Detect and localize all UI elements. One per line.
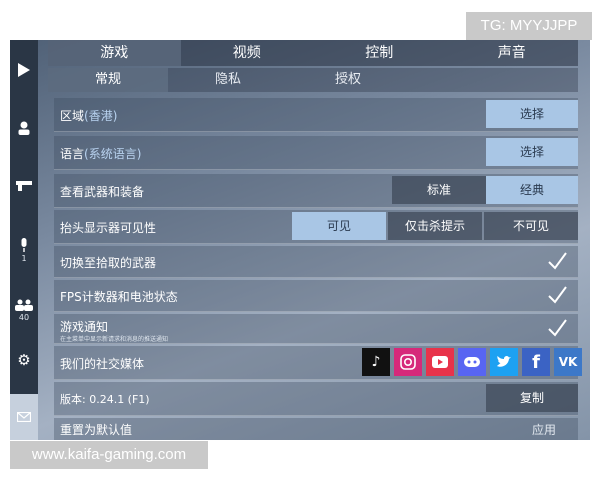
youtube-icon[interactable] — [426, 348, 454, 376]
region-row: 区域(香港) 选择 — [54, 98, 578, 132]
game-notify-label: 游戏通知 — [60, 320, 109, 334]
tab-authorization[interactable]: 授权 — [288, 68, 408, 92]
tab-controls[interactable]: 控制 — [313, 40, 446, 66]
user-icon — [18, 121, 30, 135]
apply-button[interactable]: 应用 — [532, 421, 556, 438]
play-icon — [18, 63, 30, 77]
hud-row: 抬头显示器可见性 可见 仅击杀提示 不可见 — [54, 210, 578, 244]
fps-battery-checkbox[interactable] — [546, 284, 568, 306]
gun-icon — [16, 181, 32, 191]
tab-general[interactable]: 常规 — [48, 68, 168, 92]
hud-label: 抬头显示器可见性 — [60, 221, 157, 235]
mail-icon — [17, 412, 31, 422]
watermark-top: TG: MYYJJPP — [466, 12, 592, 40]
region-select-button[interactable]: 选择 — [486, 100, 578, 128]
language-select-button[interactable]: 选择 — [486, 138, 578, 166]
profile-button[interactable] — [10, 110, 38, 146]
language-label: 语言(系统语言) — [60, 147, 142, 161]
tab-game[interactable]: 游戏 — [48, 40, 181, 66]
vk-icon[interactable]: VK — [554, 348, 582, 376]
friends-count: 40 — [18, 312, 30, 322]
watermark-bottom: www.kaifa-gaming.com — [10, 441, 208, 469]
sub-tabs: 常规 隐私 授权 — [48, 68, 578, 92]
tab-sound[interactable]: 声音 — [446, 40, 579, 66]
copy-button[interactable]: 复制 — [486, 384, 578, 412]
fps-battery-label: FPS计数器和电池状态 — [60, 290, 178, 304]
weapons-label: 查看武器和装备 — [60, 185, 145, 199]
friends-button[interactable]: 40 — [10, 288, 38, 332]
microphone-icon — [21, 237, 27, 252]
voice-count: 1 — [21, 253, 27, 263]
language-value: (系统语言) — [84, 147, 142, 161]
instagram-icon[interactable] — [394, 348, 422, 376]
switch-weapon-label: 切换至拾取的武器 — [60, 256, 157, 270]
tab-video[interactable]: 视频 — [181, 40, 314, 66]
switch-weapon-checkbox[interactable] — [546, 250, 568, 272]
weapons-button[interactable] — [10, 168, 38, 204]
weapons-standard-option[interactable]: 标准 — [392, 176, 486, 204]
tiktok-icon[interactable]: ♪ — [362, 348, 390, 376]
play-button[interactable] — [10, 52, 38, 88]
fps-battery-row: FPS计数器和电池状态 — [54, 280, 578, 312]
version-row: 版本: 0.24.1 (F1) 复制 — [54, 382, 578, 416]
tab-privacy[interactable]: 隐私 — [168, 68, 288, 92]
settings-panel: 游戏 视频 控制 声音 常规 隐私 授权 区域(香港) 选择 语言(系统语言) … — [48, 40, 582, 440]
voice-button[interactable]: 1 — [10, 228, 38, 272]
twitter-icon[interactable] — [490, 348, 518, 376]
reset-row: 重置为默认值 应用 — [54, 418, 578, 440]
hud-kill-only-option[interactable]: 仅击杀提示 — [388, 212, 482, 240]
social-label: 我们的社交媒体 — [60, 357, 145, 371]
hud-visible-option[interactable]: 可见 — [292, 212, 386, 240]
language-row: 语言(系统语言) 选择 — [54, 136, 578, 170]
reset-label: 重置为默认值 — [60, 423, 133, 437]
version-label: 版本: 0.24.1 (F1) — [60, 393, 150, 406]
gear-icon: ⚙ — [17, 351, 31, 369]
game-notify-row: 游戏通知 在主菜单中显示新请求和消息的推送通知 — [54, 314, 578, 344]
facebook-icon[interactable]: f — [522, 348, 550, 376]
game-notify-note: 在主菜单中显示新请求和消息的推送通知 — [60, 336, 169, 343]
settings-button[interactable]: ⚙ — [10, 342, 38, 378]
weapons-classic-option[interactable]: 经典 — [486, 176, 578, 204]
main-tabs: 游戏 视频 控制 声音 — [48, 40, 578, 66]
switch-weapon-row: 切换至拾取的武器 — [54, 246, 578, 278]
social-row: 我们的社交媒体 ♪ f VK — [54, 346, 582, 380]
region-label: 区域(香港) — [60, 109, 118, 123]
game-notify-checkbox[interactable] — [546, 317, 568, 339]
region-value: (香港) — [84, 109, 118, 123]
discord-icon[interactable] — [458, 348, 486, 376]
friends-icon — [15, 299, 33, 311]
mail-button[interactable] — [10, 394, 38, 440]
weapons-row: 查看武器和装备 标准 经典 — [54, 174, 578, 208]
sidebar: 1 40 ⚙ — [10, 40, 38, 440]
settings-window: 1 40 ⚙ 游戏 视频 控制 声音 常规 隐私 授权 区域(香港) 选择 语言… — [10, 40, 590, 440]
hud-invisible-option[interactable]: 不可见 — [484, 212, 578, 240]
